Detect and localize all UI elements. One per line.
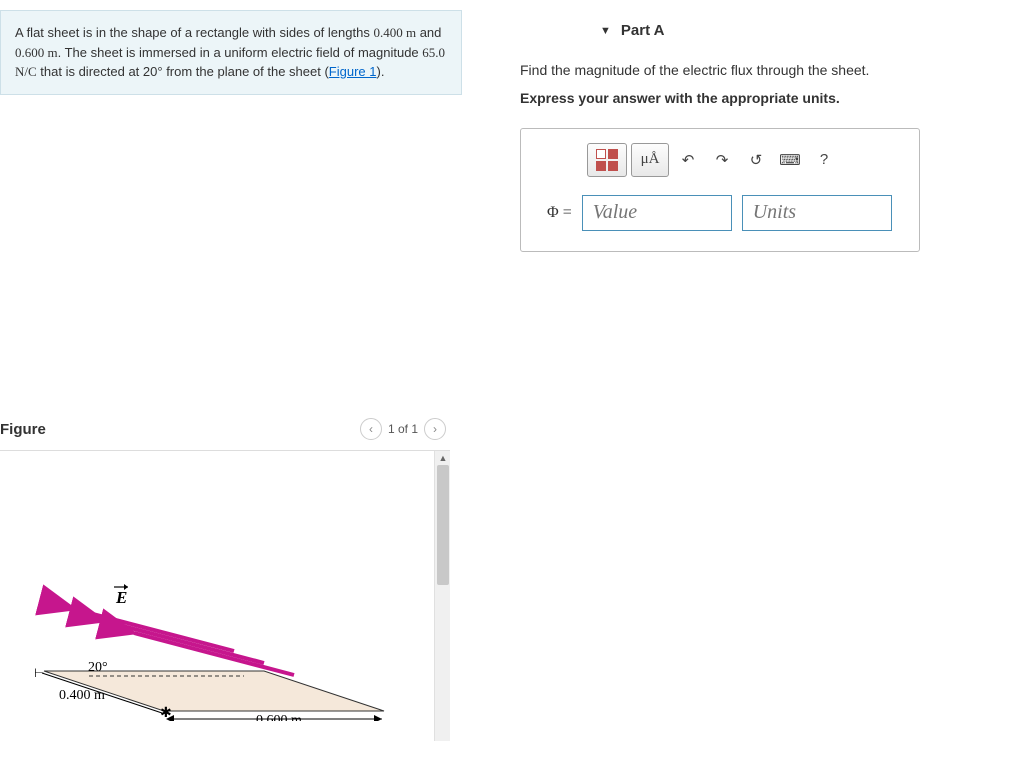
template-button[interactable] [587,143,627,177]
template-icon [596,149,618,171]
value-input[interactable] [582,195,732,231]
undo-icon: ↶ [682,151,695,169]
angle-label: 20° [88,660,108,675]
keyboard-button[interactable]: ⌨ [775,143,805,177]
problem-text: A flat sheet is in the shape of a rectan… [15,25,373,40]
part-header[interactable]: ▼ Part A [520,0,1000,59]
figure-link[interactable]: Figure 1 [329,64,377,79]
part-hint: Express your answer with the appropriate… [520,87,1000,109]
part-instruction: Find the magnitude of the electric flux … [520,59,1000,81]
scroll-thumb[interactable] [437,465,449,585]
figure-next-button[interactable]: › [424,418,446,440]
units-button[interactable]: μÅ [631,143,669,177]
side-b-label: 0.600 m [256,713,302,721]
length-2: 0.600 m [15,45,58,60]
redo-button[interactable]: ↷ [707,143,737,177]
angle-value: 20° [143,64,163,79]
part-title: Part A [621,22,665,39]
answer-toolbar: μÅ ↶ ↷ ↺ ⌨ ? [537,143,903,177]
svg-text:⊢: ⊢ [34,666,44,680]
undo-button[interactable]: ↶ [673,143,703,177]
help-button[interactable]: ? [809,143,839,177]
figure-diagram: E 20° 0.400 m ✱ 0.600 m ⊢ [4,521,404,721]
collapse-caret-icon: ▼ [600,25,611,37]
figure-scrollbar[interactable]: ▲ [434,451,450,741]
e-vector-label: E [115,588,127,607]
length-1: 0.400 m [373,25,416,40]
reset-button[interactable]: ↺ [741,143,771,177]
help-icon: ? [820,151,828,168]
answer-area: μÅ ↶ ↷ ↺ ⌨ ? Φ = [520,128,920,252]
figure-title: Figure [0,421,46,438]
figure-panel: Figure ‹ 1 of 1 › [0,410,450,741]
keyboard-icon: ⌨ [779,151,801,169]
reset-icon: ↺ [750,151,763,169]
side-a-label: 0.400 m [59,688,105,703]
figure-prev-button[interactable]: ‹ [360,418,382,440]
units-input[interactable] [742,195,892,231]
svg-text:✱: ✱ [160,704,172,720]
phi-symbol: Φ = [547,204,572,222]
scroll-up-icon[interactable]: ▲ [435,451,450,465]
problem-statement: A flat sheet is in the shape of a rectan… [0,10,462,95]
figure-counter: 1 of 1 [388,422,418,436]
redo-icon: ↷ [716,151,729,169]
